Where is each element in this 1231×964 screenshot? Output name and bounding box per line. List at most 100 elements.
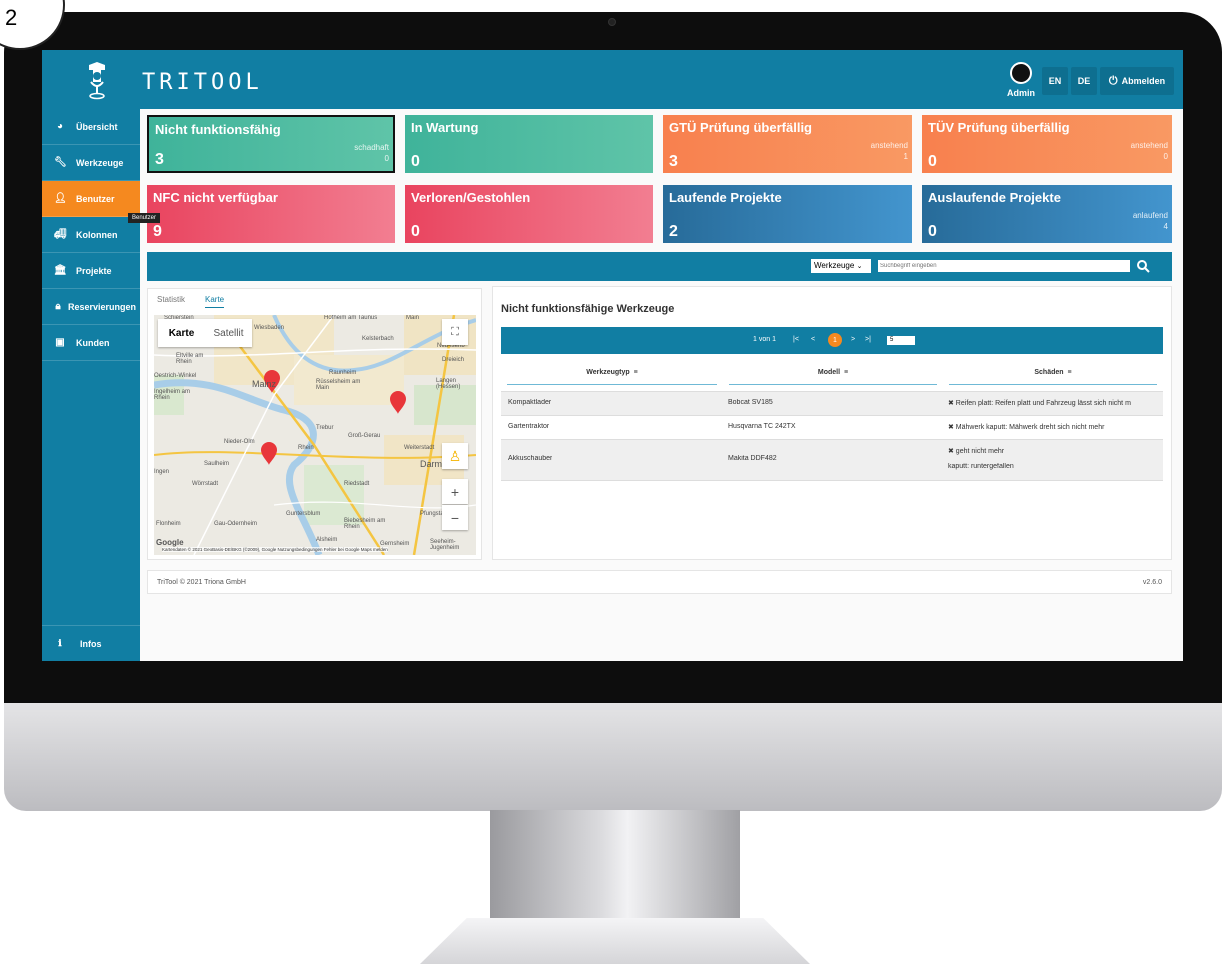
sidebar-item-uebersicht[interactable]: ◕ Übersicht: [42, 109, 140, 145]
map-place-label: Biebesheim am Rhein: [344, 518, 386, 530]
search-icon[interactable]: [1136, 259, 1150, 273]
sidebar-item-label: Infos: [80, 638, 102, 649]
map-place-label: Kelsterbach: [362, 336, 394, 342]
map-place-label: Weiterstadt: [404, 445, 435, 451]
tritool-logo-icon: [89, 62, 105, 100]
sidebar-item-label: Benutzer: [76, 193, 115, 204]
cell-damage: ✖ Mähwerk kaputt: Mähwerk dreht sich nic…: [948, 424, 1105, 431]
lang-en-button[interactable]: EN: [1042, 67, 1068, 95]
power-icon: ⏻: [1108, 74, 1118, 87]
card-value: 0: [928, 223, 937, 240]
card-sub-value: 0: [1163, 152, 1168, 161]
map-type-satellit-button[interactable]: Satellit: [205, 319, 252, 347]
monitor-base: [420, 918, 810, 964]
tab-karte[interactable]: Karte: [205, 295, 225, 308]
sort-icon: ≡: [1067, 368, 1072, 376]
column-header-werkzeugtyp[interactable]: Werkzeugtyp ≡: [501, 357, 723, 387]
wrench-icon: 🔧︎: [54, 157, 67, 168]
column-header-label: Schäden: [1034, 368, 1064, 376]
sidebar-item-projekte[interactable]: 🏛︎ Projekte: [42, 253, 140, 289]
id-card-icon: ▣: [55, 337, 65, 348]
map-place-label: Seeheim-Jugenheim: [430, 539, 460, 551]
sidebar-item-kunden[interactable]: ▣ Kunden: [42, 325, 140, 361]
card-title: Laufende Projekte: [669, 190, 782, 205]
sidebar-item-label: Projekte: [76, 265, 112, 276]
info-icon: ℹ: [58, 638, 62, 648]
map-place-label: Wiesbaden: [254, 325, 285, 331]
sidebar-item-label: Werkzeuge: [76, 157, 124, 168]
search-input[interactable]: [878, 260, 1130, 272]
card-tuev-pruefung[interactable]: TÜV Prüfung überfällig anstehend 0 0: [922, 115, 1172, 173]
map-place-label: Gau-Odernheim: [214, 521, 258, 527]
user-menu[interactable]: Admin: [1004, 62, 1038, 98]
next-page-icon[interactable]: >: [851, 336, 855, 343]
logout-label: Abmelden: [1121, 76, 1166, 86]
sidebar-item-reservierungen[interactable]: 🔒︎ Reservierungen: [42, 289, 140, 325]
pegman-icon[interactable]: ♙: [442, 443, 468, 469]
page-footer: TriTool © 2021 Triona GmbH v2.6.0: [147, 570, 1172, 594]
map-place-label: Rhein: [298, 445, 314, 451]
card-sub-value: 0: [384, 154, 389, 163]
card-value: 0: [411, 223, 420, 240]
current-page-button[interactable]: 1: [828, 333, 842, 347]
card-title: TÜV Prüfung überfällig: [928, 120, 1070, 135]
map-attribution[interactable]: Kartendaten © 2021 GeoBasis-DE/BKG (©200…: [162, 547, 388, 552]
cell-model: Bobcat SV185: [728, 399, 773, 406]
page-size-select[interactable]: 5: [887, 336, 915, 345]
sidebar-item-label: Übersicht: [76, 121, 118, 132]
table-row[interactable]: [501, 439, 1163, 481]
screenshot-stage: 2 TRITOOL Admin EN DE ⏻ Abmelden ◕ Übers…: [0, 0, 1231, 964]
fullscreen-icon[interactable]: ⛶: [442, 319, 468, 345]
cell-model: Husqvarna TC 242TX: [728, 423, 796, 430]
card-gtue-pruefung[interactable]: GTÜ Prüfung überfällig anstehend 1 3: [663, 115, 912, 173]
map-place-label: Langen (Hessen): [436, 378, 461, 390]
card-nfc-nicht-verfuegbar[interactable]: NFC nicht verfügbar 9: [147, 185, 395, 243]
lock-icon: 🔒︎: [55, 301, 61, 312]
sidebar-item-label: Kolonnen: [76, 229, 118, 240]
sidebar-item-benutzer[interactable]: 👤︎ Benutzer: [42, 181, 140, 217]
card-title: Nicht funktionsfähig: [155, 122, 281, 137]
card-nicht-funktionsfaehig[interactable]: Nicht funktionsfähig schadhaft 0 3: [147, 115, 395, 173]
map-place-label: Nieder-Olm: [224, 439, 255, 445]
sidebar-item-label: Reservierungen: [68, 301, 137, 312]
logout-button[interactable]: ⏻ Abmelden: [1100, 67, 1174, 95]
card-laufende-projekte[interactable]: Laufende Projekte 2: [663, 185, 912, 243]
lang-de-button[interactable]: DE: [1071, 67, 1097, 95]
map-place-label: Dreieich: [442, 357, 465, 363]
card-title: NFC nicht verfügbar: [153, 190, 278, 205]
map-place-label: Alsheim: [316, 537, 338, 543]
sidebar-item-kolonnen[interactable]: 🚚︎ Kolonnen: [42, 217, 140, 253]
cell-damage: ✖ Reifen platt: Reifen platt und Fahrzeu…: [948, 400, 1131, 407]
map-place-label: Groß-Gerau: [348, 433, 381, 439]
sidebar-item-infos[interactable]: ℹ Infos: [42, 625, 140, 661]
last-page-icon[interactable]: >|: [865, 336, 871, 343]
footer-copyright: TriTool © 2021 Triona GmbH: [157, 579, 246, 586]
chevron-down-icon: ⌄: [856, 263, 863, 270]
user-icon: 👤︎: [54, 193, 67, 204]
map-view[interactable]: Wiesbaden Hofheim am Taunus Kelsterbach …: [154, 315, 476, 555]
map-place-label: Mainz: [252, 379, 277, 389]
category-select[interactable]: Werkzeuge ⌄: [811, 259, 871, 273]
card-sub-label: anstehend: [1130, 141, 1168, 150]
cell-type: Gartentraktor: [508, 423, 550, 430]
column-header-modell[interactable]: Modell ≡: [723, 357, 943, 387]
prev-page-icon[interactable]: <: [811, 336, 815, 343]
card-in-wartung[interactable]: In Wartung 0: [405, 115, 653, 173]
zoom-in-icon[interactable]: +: [442, 479, 468, 504]
pager-info: 1 von 1: [753, 336, 776, 343]
sidebar-item-label: Kunden: [76, 337, 110, 348]
column-header-schaeden[interactable]: Schäden ≡: [943, 357, 1163, 387]
map-type-karte-button[interactable]: Karte: [158, 319, 205, 347]
sidebar-item-werkzeuge[interactable]: 🔧︎ Werkzeuge: [42, 145, 140, 181]
first-page-icon[interactable]: |<: [793, 336, 799, 343]
map-place-label: Wörrstadt: [192, 481, 219, 487]
map-place-label: Flonheim: [156, 521, 181, 527]
broken-tools-panel: Nicht funktionsfähige Werkzeuge 1 von 1 …: [492, 286, 1172, 560]
card-verloren-gestohlen[interactable]: Verloren/Gestohlen 0: [405, 185, 653, 243]
tab-statistik[interactable]: Statistik: [157, 295, 185, 304]
cell-type: Akkuschauber: [508, 455, 553, 462]
zoom-out-icon[interactable]: −: [442, 505, 468, 530]
map-place-label: Ingelheim am Rhein: [154, 389, 191, 401]
card-auslaufende-projekte[interactable]: Auslaufende Projekte anlaufend 4 0: [922, 185, 1172, 243]
map-place-label: Eltville am Rhein: [176, 353, 204, 365]
